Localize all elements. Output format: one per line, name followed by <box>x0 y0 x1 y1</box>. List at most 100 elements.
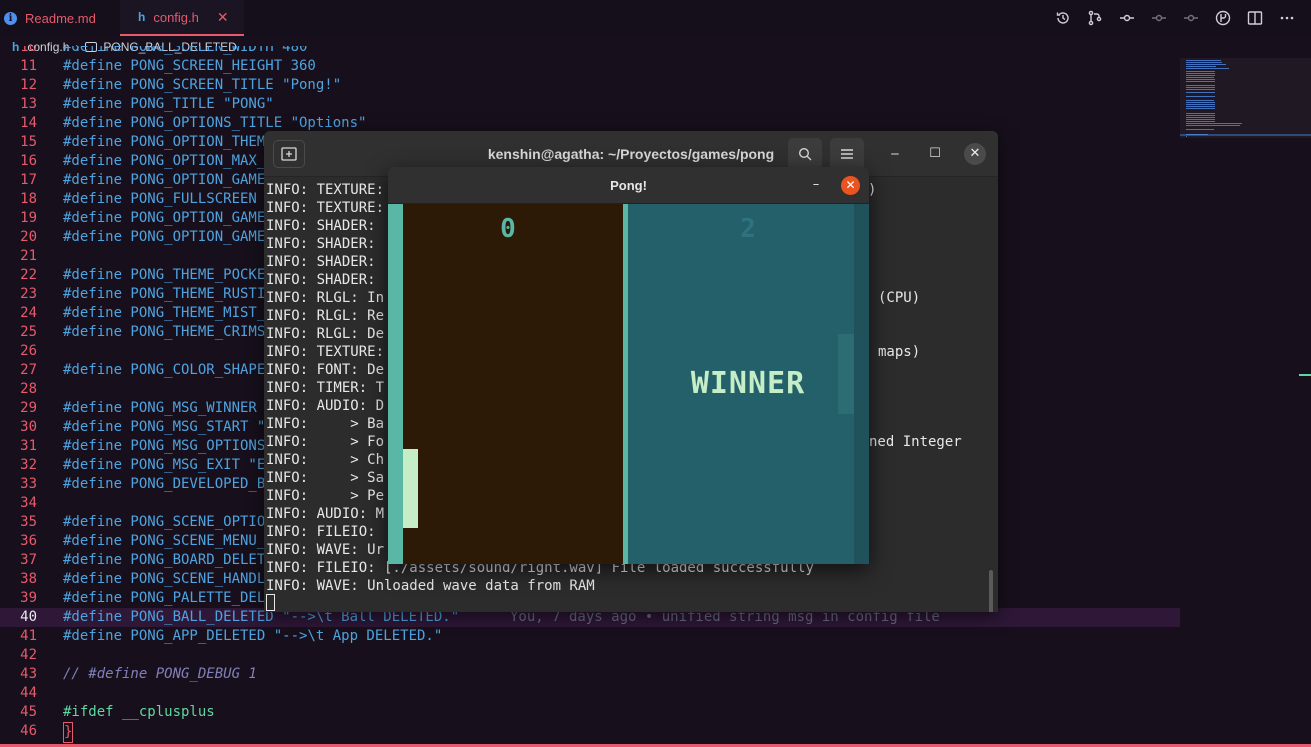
minimap-line <box>1186 64 1226 66</box>
line-text: #define PONG_BOARD_DELET <box>63 552 266 568</box>
tab-config[interactable]: h config.h ✕ <box>120 0 244 36</box>
code-line[interactable]: 46} <box>0 722 1180 743</box>
tab-label: Readme.md <box>25 10 96 26</box>
line-number: 39 <box>20 590 37 606</box>
terminal-line: INFO: WAVE: Ur <box>266 542 385 558</box>
terminal-scrollbar[interactable] <box>989 570 993 612</box>
terminal-cursor <box>266 594 275 611</box>
minimap-line <box>1186 129 1214 131</box>
info-icon: i <box>4 11 17 25</box>
minimap-line <box>1186 89 1215 91</box>
terminal-search-button[interactable] <box>788 138 822 170</box>
pong-game-canvas[interactable]: 0 2 WINNER <box>388 204 869 564</box>
terminal-line: INFO: AUDIO: M <box>266 506 385 522</box>
minimap-line <box>1186 120 1215 122</box>
code-line[interactable]: 45 #ifdef __cplusplus <box>0 703 1180 722</box>
line-text: #define PONG_SCREEN_TITLE "Pong!" <box>63 77 342 93</box>
minimap-line <box>1186 102 1215 103</box>
line-number: 12 <box>20 77 37 93</box>
git-compare-icon[interactable] <box>1117 8 1137 28</box>
line-number: 46 <box>20 723 37 739</box>
code-line[interactable]: 13 #define PONG_TITLE "PONG" <box>0 95 1180 114</box>
minimize-button[interactable]: – <box>806 175 826 195</box>
line-text: #define PONG_APP_DELETED "-->\t App DELE… <box>63 628 443 644</box>
minimap-line <box>1186 133 1208 135</box>
terminal-menu-button[interactable] <box>830 138 864 170</box>
editor-tab-bar: i Readme.md h config.h ✕ <box>0 0 1311 36</box>
line-text: #define PONG_DEVELOPED_B <box>63 476 266 492</box>
editor-actions <box>1053 8 1297 28</box>
line-number: 44 <box>20 685 37 701</box>
score-right: 2 <box>740 214 756 244</box>
code-line[interactable]: 41 #define PONG_APP_DELETED "-->\t App DE… <box>0 627 1180 646</box>
score-left: 0 <box>500 214 516 244</box>
minimap-line <box>1186 99 1214 101</box>
line-text: #define PONG_OPTION_THEM <box>63 134 266 150</box>
line-number: 27 <box>20 362 37 378</box>
minimize-button[interactable]: ‒ <box>884 143 906 165</box>
maximize-button[interactable]: ☐ <box>924 143 946 165</box>
line-text: #define PONG_OPTION_GAME <box>63 229 266 245</box>
terminal-line: INFO: FILEIO: <box>266 524 376 540</box>
line-text: #define PONG_THEME_RUSTI <box>63 286 266 302</box>
line-number: 10 <box>20 46 37 55</box>
line-number: 23 <box>20 286 37 302</box>
terminal-line: INFO: TEXTURE: <box>266 200 385 216</box>
pong-window[interactable]: Pong! – ✕ 0 2 WINNER <box>388 167 869 564</box>
line-number: 20 <box>20 229 37 245</box>
tab-readme[interactable]: i Readme.md <box>0 0 120 36</box>
minimap-line <box>1186 76 1214 78</box>
code-line[interactable]: 12 #define PONG_SCREEN_TITLE "Pong!" <box>0 76 1180 95</box>
terminal-line: INFO: RLGL: In <box>266 290 385 306</box>
close-tab-icon[interactable]: ✕ <box>217 9 229 26</box>
minimap[interactable] <box>1180 58 1311 747</box>
minimap-line <box>1186 106 1215 108</box>
left-field <box>403 204 623 564</box>
close-button[interactable]: ✕ <box>964 143 986 165</box>
line-text: #define PONG_THEME_POCKE <box>63 267 266 283</box>
code-line[interactable]: 11 #define PONG_SCREEN_HEIGHT 360 <box>0 57 1180 76</box>
line-number: 38 <box>20 571 37 587</box>
split-editor-icon[interactable] <box>1245 8 1265 28</box>
code-line[interactable]: 10 #define PONG_SCREEN_WIDTH 480 <box>0 46 1180 57</box>
line-text: #define PONG_MSG_EXIT "E <box>63 457 266 473</box>
minimap-line <box>1186 81 1215 82</box>
minimap-line <box>1186 91 1215 93</box>
minimap-line <box>1186 123 1243 124</box>
source-control-icon[interactable] <box>1085 8 1105 28</box>
line-number: 26 <box>20 343 37 359</box>
terminal-line: INFO: FONT: De <box>266 362 385 378</box>
c-header-file-icon: h <box>138 10 146 24</box>
line-text: #define PONG_SCENE_OPTIO <box>63 514 266 530</box>
terminal-line-fragment: ned Integer <box>869 434 962 450</box>
line-number: 11 <box>20 58 37 74</box>
minimap-line <box>1186 70 1215 72</box>
minimap-line <box>1186 104 1215 106</box>
line-number: 32 <box>20 457 37 473</box>
close-button[interactable]: ✕ <box>841 176 860 195</box>
line-number: 45 <box>20 704 37 720</box>
minimap-marker <box>1299 374 1311 376</box>
code-line[interactable]: 43 // #define PONG_DEBUG 1 <box>0 665 1180 684</box>
terminal-line-fragment: (CPU) <box>878 290 921 306</box>
git-commit-next-icon[interactable] <box>1181 8 1201 28</box>
terminal-line: INFO: SHADER: <box>266 272 376 288</box>
line-number: 14 <box>20 115 37 131</box>
line-number: 18 <box>20 191 37 207</box>
minimap-line <box>1186 114 1215 116</box>
code-line[interactable]: 42 <box>0 646 1180 665</box>
timeline-icon[interactable] <box>1053 8 1073 28</box>
code-line[interactable]: 44 <box>0 684 1180 703</box>
pong-header: Pong! – ✕ <box>388 167 869 204</box>
line-number: 28 <box>20 381 37 397</box>
line-text: #define PONG_TITLE "PONG" <box>63 96 274 112</box>
line-text: #define PONG_MSG_WINNER <box>63 400 257 416</box>
line-number: 29 <box>20 400 37 416</box>
line-text: #define PONG_OPTION_GAME <box>63 172 266 188</box>
terminal-line: INFO: TEXTURE: <box>266 344 385 360</box>
git-lens-icon[interactable] <box>1213 8 1233 28</box>
more-icon[interactable] <box>1277 8 1297 28</box>
terminal-line: INFO: > Ba <box>266 416 385 432</box>
git-commit-prev-icon[interactable] <box>1149 8 1169 28</box>
terminal-line: INFO: TIMER: T <box>266 380 385 396</box>
